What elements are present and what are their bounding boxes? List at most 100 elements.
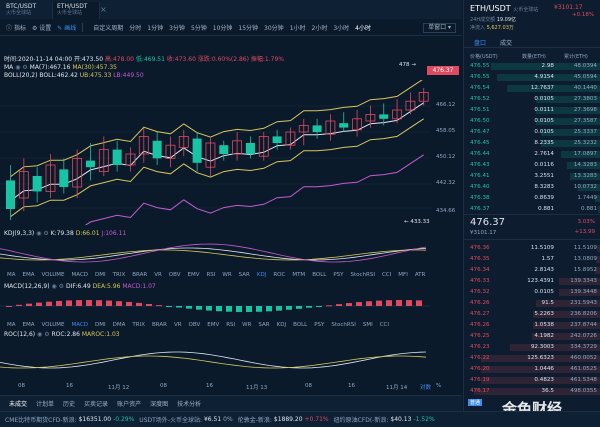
bid-row[interactable]: 476.25 4.1982 242.0726 [464,332,600,341]
ticker-name[interactable]: CME比特币期货CFD-新浪: [5,415,77,424]
percent-scale-toggle[interactable]: % [436,383,441,389]
indicator-tab-wr[interactable]: WR [222,272,231,278]
period-1h[interactable]: 1小时 [290,23,306,32]
indicator-button[interactable]: ⓘ 指标 [6,23,26,32]
period-5m[interactable]: 5分钟 [191,23,207,32]
indicator-tab-emv[interactable]: EMV [207,322,219,328]
eye-icon[interactable]: ◉ ⚙ [52,283,66,290]
macd-chart[interactable] [0,292,462,318]
bottom-tab[interactable]: 技术分析 [177,399,201,408]
bid-row[interactable]: 476.32 0.0105 139.3448 [464,288,600,297]
bid-row[interactable]: 476.23 92.3003 334.3729 [464,343,600,352]
indicator-tab-rsi[interactable]: RSI [226,322,235,328]
indicator-tab-wr[interactable]: WR [242,322,251,328]
indicator-tab-smi[interactable]: SMI [363,322,373,328]
indicator-tab-boll[interactable]: BOLL [293,322,307,328]
indicator-tab-cci[interactable]: CCI [382,272,391,278]
bid-row[interactable]: 476.19 0.4823 461.5348 [464,376,600,385]
period-custom[interactable]: 自定义周期 [93,23,123,32]
indicator-tab-boll[interactable]: BOLL [312,272,326,278]
ask-row[interactable]: 476.37 0.881 0.881 [464,205,600,214]
indicator-tab-roc[interactable]: ROC [273,272,285,278]
indicator-tab-stochrsi[interactable]: StochRSI [331,322,355,328]
bid-row[interactable]: 476.17 36.5 498.0355 [464,387,600,396]
period-30m[interactable]: 30分钟 [264,23,284,32]
bottom-tab[interactable]: 未成交 [9,399,27,408]
bottom-tab[interactable]: 买卖记录 [84,399,108,408]
period-timeshare[interactable]: 分时 [129,23,141,32]
period-1m[interactable]: 1分钟 [147,23,163,32]
bid-row[interactable]: 476.33 123.4391 139.3343 [464,277,600,286]
indicator-tab-mtm[interactable]: MTM [292,272,305,278]
ask-row[interactable]: 476.43 0.0116 14.3283 [464,161,600,170]
indicator-tab-sar[interactable]: SAR [239,272,250,278]
indicator-tab-obv[interactable]: OBV [169,272,181,278]
tab-trades[interactable]: 成交 [500,38,512,47]
bid-row[interactable]: 476.27 5.2263 236.8206 [464,310,600,319]
bottom-tab[interactable]: 深度图 [150,399,168,408]
indicator-tab-ema[interactable]: EMA [23,322,35,328]
period-10m[interactable]: 10分钟 [213,23,233,32]
indicator-tab-ema[interactable]: EMA [23,272,35,278]
ask-row[interactable]: 476.44 2.7614 17.0897 [464,150,600,159]
settings-button[interactable]: ⚙ 设置 [32,23,51,32]
indicator-tab-ma[interactable]: MA [7,322,16,328]
ask-row[interactable]: 476.50 0.0105 27.3587 [464,117,600,126]
kdj-chart[interactable] [0,239,462,269]
indicator-tab-dma[interactable]: DMA [113,322,126,328]
indicator-tab-kdj[interactable]: KDJ [277,322,286,328]
bottom-tab[interactable]: 账户资产 [117,399,141,408]
bottom-tab[interactable]: 历史 [63,399,75,408]
ask-row[interactable]: 476.54 12.7637 40.1440 [464,84,600,93]
tab-orderbook[interactable]: 盘口 [474,38,486,47]
indicator-tab-emv[interactable]: EMV [187,272,199,278]
bid-row[interactable]: 476.26 91.5 231.5943 [464,299,600,308]
period-3m[interactable]: 3分钟 [169,23,185,32]
bid-row[interactable]: 476.26 1.0538 237.8744 [464,321,600,330]
indicator-tab-cci[interactable]: CCI [380,322,389,328]
eye-icon[interactable]: ◉ ⚙ [15,64,29,71]
bottom-tab[interactable]: 计划单 [36,399,54,408]
indicator-tab-brar[interactable]: BRAR [152,322,167,328]
ask-row[interactable]: 476.55 2.98 48.0394 [464,62,600,71]
indicator-tab-vr[interactable]: VR [154,272,162,278]
indicator-tab-volume[interactable]: VOLUME [42,322,65,328]
eye-icon[interactable]: ◉ ⚙ [37,331,51,338]
bid-row[interactable]: 476.35 1.57 13.0809 [464,255,600,264]
bid-row[interactable]: 476.34 2.8143 15.8952 [464,266,600,275]
window-mode-select[interactable]: 单窗口 ▾ [423,23,456,33]
indicator-tab-dmi[interactable]: DMI [95,322,106,328]
candlestick-chart[interactable]: 478 [0,80,462,225]
indicator-tab-kdj[interactable]: KDJ [257,272,266,278]
indicator-tab-rsi[interactable]: RSI [206,272,215,278]
indicator-tab-sar[interactable]: SAR [258,322,269,328]
period-4h[interactable]: 4小时 [355,23,371,32]
indicator-tab-obv[interactable]: OBV [189,322,201,328]
ask-row[interactable]: 476.51 0.0111 27.3698 [464,106,600,115]
ask-row[interactable]: 476.38 0.8639 1.7449 [464,194,600,203]
ask-row[interactable]: 476.52 0.0105 27.3803 [464,95,600,104]
indicator-tab-dmi[interactable]: DMI [95,272,106,278]
indicator-tab-psy[interactable]: PSY [333,272,343,278]
tab-btc-usdt[interactable]: BTC/USDT 火币全球站 [2,2,47,19]
period-15m[interactable]: 15分钟 [238,23,258,32]
indicator-tab-psy[interactable]: PSY [314,322,324,328]
indicator-tab-macd[interactable]: MACD [72,322,89,328]
indicator-tab-brar[interactable]: BRAR [132,272,147,278]
eye-icon[interactable]: ◉ ⚙ [36,230,50,237]
ask-row[interactable]: 476.41 3.2551 13.3283 [464,172,600,181]
ticker-name[interactable]: 伦敦金-新浪: [238,415,272,424]
period-2h[interactable]: 2小时 [312,23,328,32]
indicator-tab-atr[interactable]: ATR [415,272,426,278]
bid-row[interactable]: 476.22 125.6323 460.0052 [464,354,600,363]
ask-row[interactable]: 476.47 0.0105 25.3337 [464,128,600,137]
ask-row[interactable]: 476.55 4.9154 45.0594 [464,73,600,82]
roc-chart[interactable] [0,340,462,378]
indicator-tab-trix[interactable]: TRIX [132,322,145,328]
bid-row[interactable]: 476.20 1.0446 461.0525 [464,365,600,374]
period-3h[interactable]: 3小时 [333,23,349,32]
ticker-name[interactable]: 纽约原油CFD(-新浪: [334,415,389,424]
ticker-name[interactable]: USDT场外-火币全球站: [139,415,202,424]
close-icon[interactable]: × [100,5,107,14]
indicator-tab-volume[interactable]: VOLUME [42,272,65,278]
